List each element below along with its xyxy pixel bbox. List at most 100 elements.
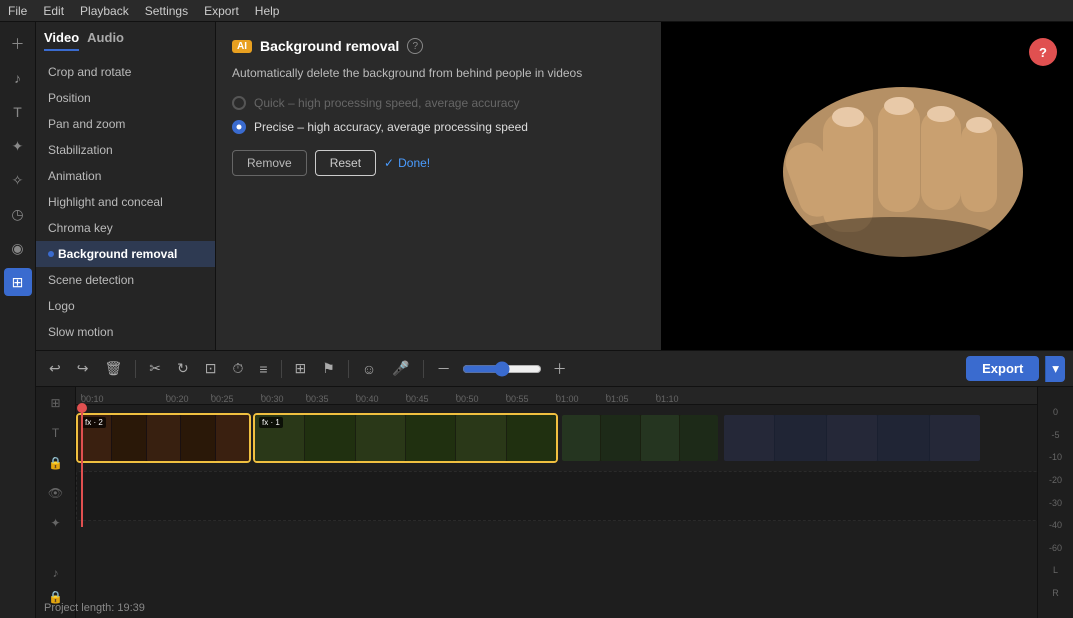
redo-button[interactable]: ↪ xyxy=(72,357,94,380)
scale-L: L xyxy=(1053,565,1058,575)
right-scale: 0 -5 -10 -20 -30 -40 -60 L R xyxy=(1037,387,1073,618)
color-button[interactable]: ≡ xyxy=(254,358,272,380)
cut-button[interactable]: ✂ xyxy=(144,357,166,380)
export-button[interactable]: Export xyxy=(966,356,1039,381)
menu-edit[interactable]: Edit xyxy=(43,4,64,18)
clock-icon[interactable]: ◷ xyxy=(4,200,32,228)
export-dropdown-button[interactable]: ▾ xyxy=(1045,356,1065,382)
panel-item-bg-removal[interactable]: Background removal xyxy=(36,241,215,267)
help-icon[interactable]: ? xyxy=(407,38,423,54)
track-lock[interactable]: 🔒 xyxy=(44,451,68,475)
preview-hand-svg xyxy=(683,52,1043,282)
duration-button[interactable]: ⏱ xyxy=(227,357,248,380)
face-button[interactable]: ☺ xyxy=(357,358,381,380)
clip-2[interactable]: fx · 1 xyxy=(253,413,558,463)
scale-5: -5 xyxy=(1051,430,1059,440)
clip-3-f1 xyxy=(562,415,600,461)
scale-10: -10 xyxy=(1049,452,1062,462)
zoom-in-button[interactable]: ＋ xyxy=(548,356,572,382)
panel-item-slow-motion[interactable]: Slow motion xyxy=(36,319,215,345)
clip-3-f3 xyxy=(641,415,679,461)
video-track: fx · 2 fx · 1 xyxy=(76,411,1037,465)
toolbar-separator-4 xyxy=(423,360,424,378)
clip-4-f4 xyxy=(878,415,928,461)
tab-audio[interactable]: Audio xyxy=(87,30,124,51)
clip-4[interactable] xyxy=(722,413,982,463)
active-dot xyxy=(48,251,54,257)
menu-settings[interactable]: Settings xyxy=(145,4,188,18)
menu-export[interactable]: Export xyxy=(204,4,239,18)
clip-4-f2 xyxy=(775,415,825,461)
magic-icon[interactable]: ✧ xyxy=(4,166,32,194)
audio-icon[interactable]: ♪ xyxy=(44,561,68,585)
track-eye[interactable]: 👁 xyxy=(44,481,68,505)
project-length: Project length: 19:39 xyxy=(44,602,145,614)
radio-quick[interactable] xyxy=(232,96,246,110)
clip-2-frames xyxy=(255,415,556,461)
option-quick-label: Quick – high processing speed, average a… xyxy=(254,96,519,110)
scale-R: R xyxy=(1052,588,1059,598)
tab-video[interactable]: Video xyxy=(44,30,79,51)
panel-item-crop[interactable]: Crop and rotate xyxy=(36,59,215,85)
panel-item-chroma[interactable]: Chroma key xyxy=(36,215,215,241)
undo-button[interactable]: ↩ xyxy=(44,357,66,380)
crop-button[interactable]: ⊡ xyxy=(200,357,222,380)
clip-3[interactable] xyxy=(560,413,720,463)
option-precise[interactable]: Precise – high accuracy, average process… xyxy=(232,120,645,134)
grid-icon[interactable]: ⊞ xyxy=(4,268,32,296)
add-icon[interactable]: ＋ xyxy=(4,30,32,58)
effects-icon[interactable]: ✦ xyxy=(4,132,32,160)
content-description: Automatically delete the background from… xyxy=(232,66,645,80)
mic-button[interactable]: 🎤 xyxy=(387,357,414,380)
menu-help[interactable]: Help xyxy=(255,4,280,18)
panel-item-position[interactable]: Position xyxy=(36,85,215,111)
clip-1[interactable]: fx · 2 xyxy=(76,413,251,463)
scale-40: -40 xyxy=(1049,520,1062,530)
option-quick[interactable]: Quick – high processing speed, average a… xyxy=(232,96,645,110)
remove-button[interactable]: Remove xyxy=(232,150,307,176)
option-precise-label: Precise – high accuracy, average process… xyxy=(254,120,528,134)
flag-button[interactable]: ⚑ xyxy=(317,357,340,380)
zoom-out-button[interactable]: － xyxy=(432,356,456,382)
clip-2-f3 xyxy=(356,415,405,461)
timeline: ↩ ↪ 🗑 ✂ ↻ ⊡ ⏱ ≡ ⊞ ⚑ ☺ 🎤 － ＋ Export ▾ ⊞ T… xyxy=(36,350,1073,618)
ruler-00-40: 00:40 xyxy=(356,394,379,404)
ai-badge: AI xyxy=(232,40,252,53)
scale-0: 0 xyxy=(1053,407,1058,417)
music-icon[interactable]: ♪ xyxy=(4,64,32,92)
reset-button[interactable]: Reset xyxy=(315,150,376,176)
clip-3-f2 xyxy=(601,415,639,461)
help-bubble[interactable]: ? xyxy=(1029,38,1057,66)
panel-item-pan-zoom[interactable]: Pan and zoom xyxy=(36,111,215,137)
toolbar-separator-2 xyxy=(281,360,282,378)
done-button[interactable]: ✓ Done! xyxy=(384,156,430,170)
clip-4-f3 xyxy=(827,415,877,461)
rotate-button[interactable]: ↻ xyxy=(172,357,194,380)
text-icon[interactable]: T xyxy=(4,98,32,126)
track-fx[interactable]: ✦ xyxy=(44,511,68,535)
clip-2-f4 xyxy=(406,415,455,461)
delete-button[interactable]: 🗑 xyxy=(99,357,127,380)
clip-1-f3 xyxy=(147,415,180,461)
track-control-2[interactable]: T xyxy=(44,421,68,445)
clip-1-fx: fx · 2 xyxy=(82,417,106,428)
track-control-1[interactable]: ⊞ xyxy=(44,391,68,415)
icon-bar: ＋ ♪ T ✦ ✧ ◷ ◉ ⊞ xyxy=(0,22,36,618)
panel-item-animation[interactable]: Animation xyxy=(36,163,215,189)
menu-file[interactable]: File xyxy=(8,4,27,18)
overlay-button[interactable]: ⊞ xyxy=(290,357,312,380)
panel-item-stabilization[interactable]: Stabilization xyxy=(36,137,215,163)
clip-2-fx: fx · 1 xyxy=(259,417,283,428)
content-actions: Remove Reset ✓ Done! xyxy=(232,150,645,176)
panel-item-scene[interactable]: Scene detection xyxy=(36,267,215,293)
panel-item-logo[interactable]: Logo xyxy=(36,293,215,319)
ruler-00-45: 00:45 xyxy=(406,394,429,404)
clip-3-f4 xyxy=(680,415,718,461)
radio-precise[interactable] xyxy=(232,120,246,134)
zoom-slider[interactable] xyxy=(462,361,542,377)
sticker-icon[interactable]: ◉ xyxy=(4,234,32,262)
menu-playback[interactable]: Playback xyxy=(80,4,129,18)
timeline-toolbar: ↩ ↪ 🗑 ✂ ↻ ⊡ ⏱ ≡ ⊞ ⚑ ☺ 🎤 － ＋ Export ▾ xyxy=(36,351,1073,387)
scale-20: -20 xyxy=(1049,475,1062,485)
panel-item-highlight[interactable]: Highlight and conceal xyxy=(36,189,215,215)
